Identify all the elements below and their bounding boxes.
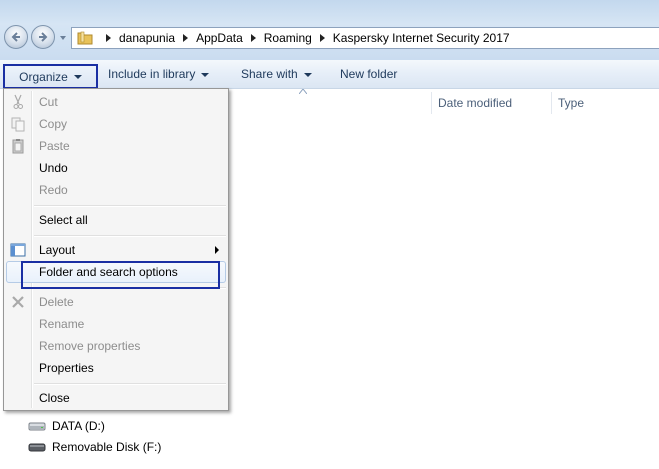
menu-item-label: Cut (39, 95, 58, 109)
date-modified-label: Date modified (438, 96, 513, 110)
paste-icon (12, 139, 24, 154)
breadcrumb-separator-icon[interactable] (319, 34, 325, 42)
column-header-date-modified[interactable]: Date modified (438, 90, 512, 116)
menu-item-copy[interactable]: Copy (6, 113, 226, 135)
hard-drive-icon (28, 422, 46, 431)
new-folder-button[interactable]: New folder (340, 60, 397, 88)
menu-item-remove-properties[interactable]: Remove properties (6, 335, 226, 357)
column-divider[interactable] (551, 92, 552, 114)
column-header-type[interactable]: Type (558, 90, 584, 116)
explorer-title-area: danapunia AppData Roaming Kaspersky Inte… (0, 0, 659, 60)
nav-item-data-drive[interactable]: DATA (D:) (28, 417, 105, 435)
menu-item-label: Remove properties (39, 339, 141, 353)
menu-item-delete[interactable]: Delete (6, 291, 226, 313)
menu-item-label: Select all (39, 213, 88, 227)
menu-item-label: Paste (39, 139, 70, 153)
cut-icon (13, 94, 23, 109)
breadcrumb-item[interactable]: AppData (196, 31, 243, 45)
menu-item-properties[interactable]: Properties (6, 357, 226, 379)
forward-button[interactable] (31, 25, 55, 49)
menu-item-redo[interactable]: Redo (6, 179, 226, 201)
drive-label: Removable Disk (F:) (52, 440, 162, 454)
back-button[interactable] (4, 25, 28, 49)
organize-menu: Cut Copy Paste Undo Redo Select all Layo… (3, 88, 229, 411)
menu-item-label: Folder and search options (39, 265, 178, 279)
organize-button[interactable]: Organize (3, 64, 98, 89)
removable-disk-icon (28, 443, 46, 452)
command-bar: Include in library Share with New folder (0, 60, 659, 89)
menu-item-paste[interactable]: Paste (6, 135, 226, 157)
new-folder-label: New folder (340, 67, 398, 81)
menu-item-layout[interactable]: Layout (6, 239, 226, 261)
menu-item-undo[interactable]: Undo (6, 157, 226, 179)
include-in-library-label: Include in library (108, 67, 196, 81)
drive-label: DATA (D:) (52, 419, 105, 433)
layout-icon (10, 243, 26, 257)
recent-pages-dropdown-icon[interactable] (58, 33, 68, 43)
submenu-arrow-icon (215, 246, 219, 254)
include-in-library-button[interactable]: Include in library (108, 60, 210, 88)
organize-label: Organize (19, 69, 68, 84)
delete-icon (12, 296, 24, 308)
forward-arrow-icon (39, 32, 48, 42)
menu-item-label: Copy (39, 117, 68, 131)
menu-item-label: Rename (39, 317, 85, 331)
share-with-label: Share with (241, 67, 298, 81)
share-with-button[interactable]: Share with (241, 60, 312, 88)
menu-item-rename[interactable]: Rename (6, 313, 226, 335)
menu-item-label: Delete (39, 295, 74, 309)
menu-item-select-all[interactable]: Select all (6, 209, 226, 231)
menu-item-close[interactable]: Close (6, 387, 226, 409)
menu-separator (34, 287, 226, 289)
breadcrumb-item[interactable]: danapunia (119, 31, 175, 45)
type-label: Type (558, 96, 585, 110)
menu-separator (34, 235, 226, 237)
breadcrumb-item[interactable]: Kaspersky Internet Security 2017 (333, 31, 510, 45)
column-divider[interactable] (431, 92, 432, 114)
breadcrumb-separator-icon[interactable] (183, 34, 189, 42)
chevron-down-icon (73, 75, 82, 79)
breadcrumb: danapunia AppData Roaming Kaspersky Inte… (98, 28, 510, 48)
breadcrumb-item[interactable]: Roaming (264, 31, 312, 45)
folder-icon (77, 31, 93, 45)
menu-separator (34, 383, 226, 385)
menu-item-label: Redo (39, 183, 68, 197)
menu-item-label: Properties (39, 361, 94, 375)
nav-item-removable-disk[interactable]: Removable Disk (F:) (28, 438, 161, 456)
copy-icon (11, 117, 25, 132)
breadcrumb-separator-icon[interactable] (106, 34, 111, 42)
chevron-down-icon (201, 72, 210, 77)
chevron-down-icon (303, 72, 312, 77)
menu-item-label: Layout (39, 243, 76, 257)
menu-separator (34, 205, 226, 207)
menu-item-cut[interactable]: Cut (6, 91, 226, 113)
sort-caret-icon (299, 89, 307, 94)
menu-item-folder-and-search-options[interactable]: Folder and search options (6, 261, 226, 283)
address-bar[interactable]: danapunia AppData Roaming Kaspersky Inte… (71, 27, 659, 49)
breadcrumb-separator-icon[interactable] (250, 34, 256, 42)
back-arrow-icon (11, 32, 20, 42)
menu-item-label: Close (39, 391, 70, 405)
menu-item-label: Undo (39, 161, 68, 175)
